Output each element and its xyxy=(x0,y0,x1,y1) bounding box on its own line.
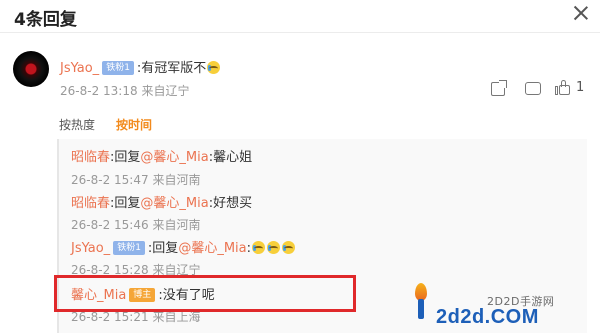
sort-by-hot-tab[interactable]: 按热度 xyxy=(59,116,95,133)
fan-badge: 铁粉1 xyxy=(102,61,134,75)
reply-text: :好想买 xyxy=(208,196,253,211)
reply-time: 26-8-2 15:21 xyxy=(71,310,149,324)
reply-word: :回复 xyxy=(147,241,179,256)
reply-time: 26-8-2 15:46 xyxy=(71,218,149,232)
avatar[interactable] xyxy=(13,51,49,87)
comment-location: 来自辽宁 xyxy=(141,84,190,98)
reply-location: 来自河南 xyxy=(152,218,201,232)
dialog-title: 4条回复 xyxy=(14,10,77,30)
crying-emoji-icon xyxy=(282,241,295,254)
comment-username[interactable]: JsYao_ xyxy=(60,61,99,76)
comment-text: :有冠军版不 xyxy=(136,61,207,76)
watermark-big-text: 2d2d.COM xyxy=(436,306,539,328)
like-icon[interactable] xyxy=(555,80,571,96)
reply-meta: 26-8-2 15:46 来自河南 xyxy=(71,216,200,233)
reply-item: 昭临春:回复@馨心_Mia:馨心姐 xyxy=(71,146,252,165)
reply-username[interactable]: 昭临春 xyxy=(71,150,110,165)
reply-username[interactable]: JsYao_ xyxy=(71,241,110,256)
crying-emoji-icon xyxy=(207,61,221,74)
dialog-header: 4条回复 xyxy=(0,0,600,32)
reply-username[interactable]: 昭临春 xyxy=(71,196,110,211)
reply-text: : xyxy=(246,241,251,256)
highlight-box xyxy=(54,275,356,312)
comment-time: 26-8-2 13:18 xyxy=(60,84,138,98)
like-count: 1 xyxy=(576,80,585,95)
reply-word: :回复 xyxy=(110,150,141,165)
reply-item: 昭临春:回复@馨心_Mia:好想买 xyxy=(71,192,252,211)
share-icon[interactable] xyxy=(491,80,507,96)
crying-emoji-icon xyxy=(252,241,265,254)
main-comment: JsYao_ 铁粉1:有冠军版不 xyxy=(60,57,221,76)
reply-mention[interactable]: @馨心_Mia xyxy=(178,241,246,256)
reply-mention[interactable]: @馨心_Mia xyxy=(140,150,208,165)
header-divider xyxy=(0,32,600,33)
close-icon[interactable] xyxy=(572,4,590,22)
fan-badge: 铁粉1 xyxy=(113,241,145,255)
reply-mention[interactable]: @馨心_Mia xyxy=(140,196,208,211)
comment-meta: 26-8-2 13:18 来自辽宁 xyxy=(60,82,189,99)
comment-icon[interactable] xyxy=(525,82,541,95)
crying-emoji-icon xyxy=(267,241,280,254)
reply-item: JsYao_ 铁粉1:回复@馨心_Mia: xyxy=(71,237,296,256)
reply-meta: 26-8-2 15:47 来自河南 xyxy=(71,171,200,188)
reply-word: :回复 xyxy=(110,196,141,211)
sort-by-time-tab[interactable]: 按时间 xyxy=(116,116,152,133)
reply-location: 来自上海 xyxy=(152,310,201,324)
torch-logo-icon xyxy=(411,283,431,319)
reply-location: 来自河南 xyxy=(152,173,201,187)
reply-time: 26-8-2 15:47 xyxy=(71,173,149,187)
reply-text: :馨心姐 xyxy=(208,150,253,165)
